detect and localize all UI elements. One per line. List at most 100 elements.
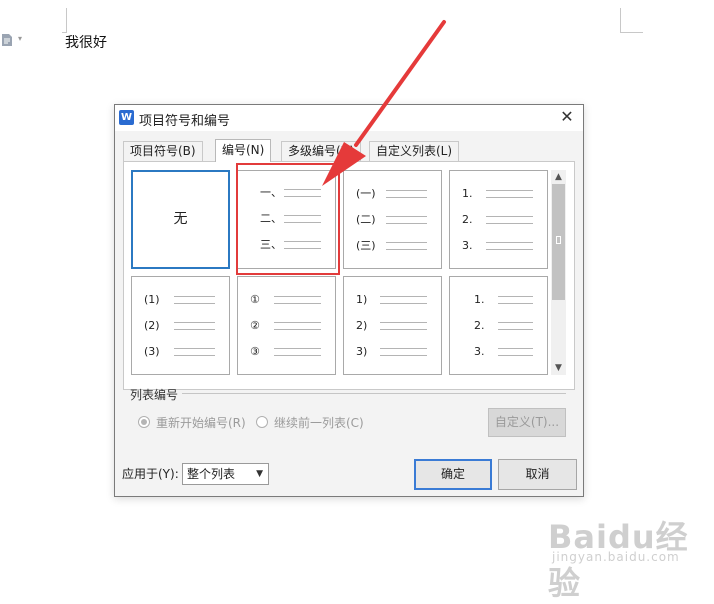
numbering-line: (一) bbox=[352, 187, 433, 201]
numbering-line: 2) bbox=[352, 319, 433, 333]
number-marker: 三、 bbox=[260, 238, 282, 251]
cell-chinese-paren[interactable]: (一) (二) (三) bbox=[343, 170, 442, 269]
apply-to-select[interactable]: 整个列表 ▼ bbox=[182, 463, 269, 485]
numbering-line: ③ bbox=[246, 345, 327, 359]
number-marker: 3) bbox=[356, 345, 368, 358]
watermark-sub: jingyan.baidu.com bbox=[552, 550, 680, 564]
text-line bbox=[380, 296, 427, 297]
numbering-line: (三) bbox=[352, 239, 433, 253]
scroll-up-icon[interactable]: ▲ bbox=[551, 170, 566, 184]
text-line bbox=[486, 242, 533, 243]
text-line bbox=[486, 223, 533, 224]
numbering-line: 一、 bbox=[246, 186, 327, 200]
tab-numbering[interactable]: 编号(N) bbox=[215, 139, 272, 162]
tab-bullets[interactable]: 项目符号(B) bbox=[123, 141, 203, 161]
number-marker: (一) bbox=[356, 187, 376, 200]
number-marker: 2) bbox=[356, 319, 368, 332]
close-button[interactable]: ✕ bbox=[555, 106, 579, 128]
numbering-line: 2. bbox=[458, 213, 539, 227]
cell-arabic-dot[interactable]: 1. 2. 3. bbox=[449, 170, 548, 269]
baidu-watermark: Baidu经验 jingyan.baidu.com bbox=[548, 504, 708, 602]
number-marker: (3) bbox=[144, 345, 160, 358]
scroll-grip-icon bbox=[556, 236, 561, 244]
cell-none[interactable]: 无 bbox=[131, 170, 230, 269]
number-marker: 3. bbox=[462, 239, 473, 252]
number-marker: 2. bbox=[462, 213, 473, 226]
document-text: 我很好 bbox=[65, 35, 107, 51]
number-marker: (三) bbox=[356, 239, 376, 252]
numbering-line: (2) bbox=[140, 319, 221, 333]
restart-numbering-option[interactable]: 重新开始编号(R) bbox=[138, 415, 258, 431]
number-marker: 3. bbox=[474, 345, 485, 358]
dialog-title: 项目符号和编号 bbox=[139, 114, 231, 129]
numbering-line: 3) bbox=[352, 345, 433, 359]
numbering-line: (1) bbox=[140, 293, 221, 307]
text-line bbox=[486, 216, 533, 217]
text-line bbox=[284, 189, 321, 190]
apply-to-value: 整个列表 bbox=[187, 467, 236, 481]
cancel-button[interactable]: 取消 bbox=[498, 459, 577, 490]
number-marker: 1) bbox=[356, 293, 368, 306]
text-line bbox=[498, 303, 533, 304]
none-option-label: 无 bbox=[173, 211, 188, 227]
customize-button[interactable]: 自定义(T)... bbox=[488, 408, 566, 437]
chevron-down-icon: ▼ bbox=[256, 469, 263, 479]
apply-to-label: 应用于(Y): bbox=[122, 467, 179, 481]
radio-selected-dot bbox=[141, 419, 147, 425]
text-line bbox=[174, 322, 215, 323]
list-numbering-group-label: 列表编号 bbox=[130, 388, 179, 402]
text-line bbox=[486, 197, 533, 198]
tab-custom-list[interactable]: 自定义列表(L) bbox=[369, 141, 460, 161]
number-marker: 1. bbox=[474, 293, 485, 306]
scroll-thumb[interactable] bbox=[552, 184, 565, 300]
text-line bbox=[498, 348, 533, 349]
numbering-line: 2. bbox=[458, 319, 539, 333]
page-corner-right bbox=[620, 8, 643, 33]
scroll-down-icon[interactable]: ▼ bbox=[551, 361, 566, 375]
cell-arabic-half-paren[interactable]: 1) 2) 3) bbox=[343, 276, 442, 375]
numbering-line: 3. bbox=[458, 345, 539, 359]
cell-chinese-dun[interactable]: 一、 二、 三、 bbox=[237, 170, 336, 269]
group-divider bbox=[182, 393, 566, 394]
numbering-line: ② bbox=[246, 319, 327, 333]
cell-circled[interactable]: ① ② ③ bbox=[237, 276, 336, 375]
text-line bbox=[386, 216, 427, 217]
grid-scrollbar[interactable]: ▲ ▼ bbox=[551, 170, 566, 375]
numbering-line: 三、 bbox=[246, 238, 327, 252]
continue-radio-label: 继续前一列表(C) bbox=[274, 416, 364, 430]
text-line bbox=[498, 322, 533, 323]
text-line bbox=[274, 348, 321, 349]
text-line bbox=[380, 348, 427, 349]
document-icon[interactable] bbox=[2, 34, 12, 46]
text-line bbox=[174, 296, 215, 297]
tab-multilevel[interactable]: 多级编号(U) bbox=[281, 141, 362, 161]
numbering-line: 1) bbox=[352, 293, 433, 307]
text-line bbox=[274, 355, 321, 356]
text-line bbox=[284, 215, 321, 216]
cell-arabic-paren[interactable]: (1) (2) (3) bbox=[131, 276, 230, 375]
numbering-line: 二、 bbox=[246, 212, 327, 226]
number-marker: 1. bbox=[462, 187, 473, 200]
ok-button[interactable]: 确定 bbox=[414, 459, 492, 490]
numbering-line: ① bbox=[246, 293, 327, 307]
text-line bbox=[386, 223, 427, 224]
dropdown-caret-icon[interactable]: ▾ bbox=[18, 34, 22, 43]
continue-radio[interactable] bbox=[256, 416, 268, 428]
text-line bbox=[380, 322, 427, 323]
text-line bbox=[284, 196, 321, 197]
restart-radio[interactable] bbox=[138, 416, 150, 428]
text-line bbox=[174, 329, 215, 330]
text-line bbox=[274, 329, 321, 330]
text-line bbox=[274, 296, 321, 297]
dialog-titlebar[interactable]: W 项目符号和编号 ✕ bbox=[115, 105, 583, 131]
cell-arabic-dot-indented[interactable]: 1. 2. 3. bbox=[449, 276, 548, 375]
numbering-line: 3. bbox=[458, 239, 539, 253]
text-line bbox=[274, 303, 321, 304]
numbering-line: 1. bbox=[458, 293, 539, 307]
wps-app-icon: W bbox=[119, 110, 134, 125]
continue-numbering-option[interactable]: 继续前一列表(C) bbox=[256, 415, 376, 431]
text-line bbox=[386, 190, 427, 191]
text-line bbox=[174, 348, 215, 349]
number-marker: 一、 bbox=[260, 186, 282, 199]
number-marker: 二、 bbox=[260, 212, 282, 225]
